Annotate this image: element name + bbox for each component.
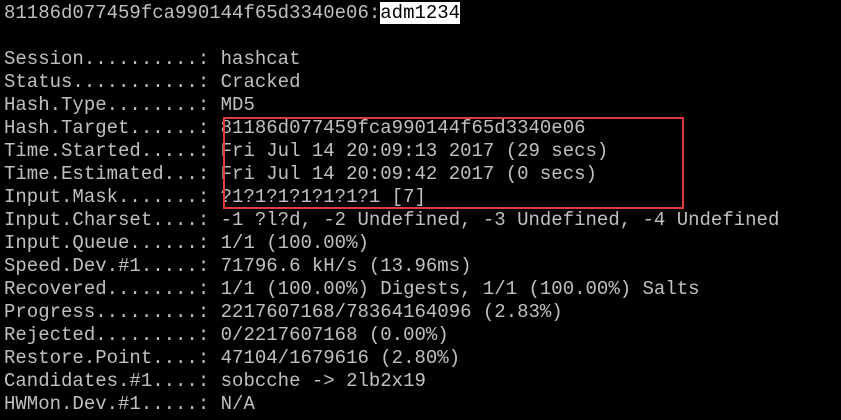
status-value: 1/1 (100.00%) Digests, 1/1 (100.00%) Sal… xyxy=(220,278,700,300)
status-line-recovered: Recovered........: 1/1 (100.00%) Digests… xyxy=(4,278,700,301)
status-sep: : xyxy=(197,393,221,415)
status-line-rejected: Rejected.........: 0/2217607168 (0.00%) xyxy=(4,324,449,347)
status-value: 0/2217607168 (0.00%) xyxy=(220,324,449,346)
status-label: HWMon.Dev.#1..... xyxy=(4,393,198,415)
status-label: Hash.Type........ xyxy=(4,94,198,116)
status-line-candidates: Candidates.#1....: sobcche -> 2lb2x19 xyxy=(4,370,426,393)
status-label: Progress......... xyxy=(4,301,198,323)
status-sep: : xyxy=(197,186,221,208)
status-value: 71796.6 kH/s (13.96ms) xyxy=(220,255,472,277)
status-line-hwmon: HWMon.Dev.#1.....: N/A xyxy=(4,393,255,416)
status-value: 2217607168/78364164096 (2.83%) xyxy=(220,301,563,323)
status-label: Speed.Dev.#1..... xyxy=(4,255,198,277)
status-label: Status........... xyxy=(4,71,198,93)
status-sep: : xyxy=(197,370,221,392)
status-line-progress: Progress.........: 2217607168/7836416409… xyxy=(4,301,563,324)
status-label: Candidates.#1.... xyxy=(4,370,198,392)
status-line-input-queue: Input.Queue......: 1/1 (100.00%) xyxy=(4,232,369,255)
status-sep: : xyxy=(197,301,221,323)
status-value: Fri Jul 14 20:09:42 2017 (0 secs) xyxy=(220,163,597,185)
status-value: MD5 xyxy=(220,94,255,116)
status-line-restore-point: Restore.Point....: 47104/1679616 (2.80%) xyxy=(4,347,460,370)
cracked-password-selection[interactable]: adm1234 xyxy=(380,2,461,24)
status-label: Input.Charset.... xyxy=(4,209,198,231)
cracked-result-line: 81186d077459fca990144f65d3340e06:adm1234 xyxy=(4,2,461,25)
status-sep: : xyxy=(197,278,221,300)
status-label: Time.Estimated... xyxy=(4,163,198,185)
status-value: 81186d077459fca990144f65d3340e06 xyxy=(220,117,586,139)
status-line-time-started: Time.Started.....: Fri Jul 14 20:09:13 2… xyxy=(4,140,608,163)
status-value: ?1?1?1?1?1?1?1 [7] xyxy=(220,186,426,208)
status-value: Cracked xyxy=(220,71,301,93)
status-label: Hash.Target...... xyxy=(4,117,198,139)
status-line-speed: Speed.Dev.#1.....: 71796.6 kH/s (13.96ms… xyxy=(4,255,472,278)
status-value: 47104/1679616 (2.80%) xyxy=(220,347,461,369)
status-sep: : xyxy=(197,324,221,346)
status-sep: : xyxy=(197,255,221,277)
status-value: N/A xyxy=(220,393,255,415)
status-label: Recovered........ xyxy=(4,278,198,300)
status-sep: : xyxy=(197,347,221,369)
status-label: Input.Queue...... xyxy=(4,232,198,254)
status-label: Session.......... xyxy=(4,48,198,70)
status-value: -1 ?l?d, -2 Undefined, -3 Undefined, -4 … xyxy=(220,209,780,231)
status-sep: : xyxy=(197,71,221,93)
status-label: Rejected......... xyxy=(4,324,198,346)
status-line-session: Session..........: hashcat xyxy=(4,48,300,71)
status-label: Input.Mask....... xyxy=(4,186,198,208)
status-line-status: Status...........: Cracked xyxy=(4,71,300,94)
status-sep: : xyxy=(197,140,221,162)
status-value: 1/1 (100.00%) xyxy=(220,232,369,254)
status-line-hash-target: Hash.Target......: 81186d077459fca990144… xyxy=(4,117,586,140)
status-label: Time.Started..... xyxy=(4,140,198,162)
status-line-time-estimated: Time.Estimated...: Fri Jul 14 20:09:42 2… xyxy=(4,163,597,186)
cracked-hash: 81186d077459fca990144f65d3340e06 xyxy=(4,2,369,24)
terminal-window[interactable]: 81186d077459fca990144f65d3340e06:adm1234… xyxy=(0,0,841,420)
status-value: Fri Jul 14 20:09:13 2017 (29 secs) xyxy=(220,140,609,162)
status-sep: : xyxy=(197,48,221,70)
status-line-hash-type: Hash.Type........: MD5 xyxy=(4,94,255,117)
status-sep: : xyxy=(197,163,221,185)
status-line-input-charset: Input.Charset....: -1 ?l?d, -2 Undefined… xyxy=(4,209,779,232)
status-sep: : xyxy=(197,209,221,231)
status-sep: : xyxy=(197,94,221,116)
status-sep: : xyxy=(197,232,221,254)
status-value: hashcat xyxy=(220,48,301,70)
result-separator: : xyxy=(368,2,381,24)
status-line-input-mask: Input.Mask.......: ?1?1?1?1?1?1?1 [7] xyxy=(4,186,426,209)
status-label: Restore.Point.... xyxy=(4,347,198,369)
status-value: sobcche -> 2lb2x19 xyxy=(220,370,426,392)
status-sep: : xyxy=(197,117,221,139)
